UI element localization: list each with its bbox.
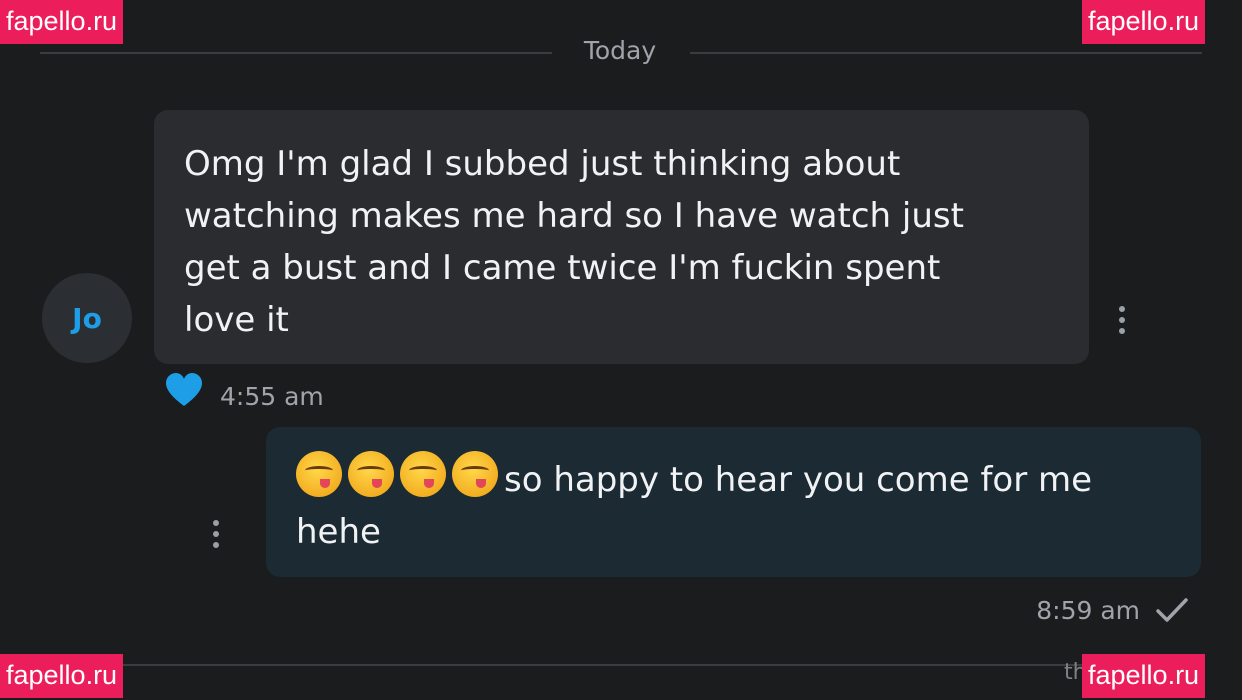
face-savoring-food-emoji-icon	[296, 451, 342, 497]
bottom-divider-line	[40, 664, 1200, 666]
watermark-bottom-right: fapello.ru	[1082, 654, 1206, 698]
chat-screen: Today Jo Omg I'm glad I subbed just thin…	[0, 0, 1242, 700]
face-savoring-food-emoji-icon	[452, 451, 498, 497]
date-divider-line-left	[40, 52, 552, 54]
watermark-top-left: fapello.ru	[0, 0, 124, 44]
incoming-message-bubble[interactable]: Omg I'm glad I subbed just thinking abou…	[154, 110, 1089, 364]
face-savoring-food-emoji-icon	[400, 451, 446, 497]
face-savoring-food-emoji-icon	[348, 451, 394, 497]
date-divider-label: Today	[583, 36, 657, 65]
outgoing-message-bubble[interactable]: so happy to hear you come for me hehe	[266, 427, 1201, 577]
check-icon	[1156, 598, 1188, 622]
watermark-top-right: fapello.ru	[1082, 0, 1206, 44]
incoming-message-meta: 4:55 am	[164, 370, 324, 411]
contact-avatar[interactable]: Jo	[42, 273, 132, 363]
outgoing-message-meta: 8:59 am	[1036, 592, 1190, 628]
outgoing-message-content: so happy to hear you come for me hehe	[296, 451, 1171, 558]
incoming-message-menu-icon[interactable]	[1117, 306, 1127, 334]
outgoing-message-menu-icon[interactable]	[211, 520, 221, 548]
date-divider-line-right	[690, 52, 1202, 54]
heart-icon[interactable]	[164, 371, 204, 411]
watermark-bottom-left: fapello.ru	[0, 654, 124, 698]
outgoing-message-time: 8:59 am	[1036, 595, 1140, 625]
incoming-message-text: Omg I'm glad I subbed just thinking abou…	[184, 144, 964, 340]
incoming-message-time: 4:55 am	[220, 382, 324, 411]
avatar-initials: Jo	[72, 301, 102, 335]
